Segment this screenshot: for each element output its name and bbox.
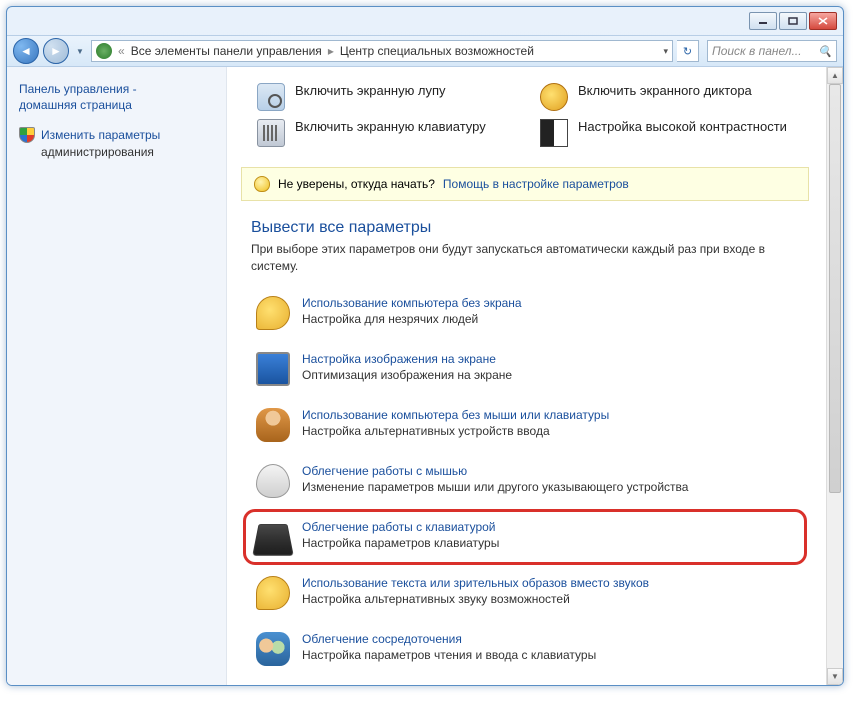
section-heading: Вывести все параметры — [227, 201, 823, 241]
list-item: Облегчение сосредоточения Настройка парам… — [243, 621, 807, 677]
help-prompt: Не уверены, откуда начать? — [278, 177, 435, 191]
list-item: Использование текста или зрительных обра… — [243, 565, 807, 621]
section-subtext: При выборе этих параметров они будут зап… — [227, 241, 823, 285]
contrast-icon — [540, 119, 568, 147]
chat-icon — [256, 576, 290, 610]
item-link[interactable]: Использование компьютера без мыши или кл… — [302, 408, 609, 422]
shield-icon — [19, 127, 35, 143]
person-icon — [256, 408, 290, 442]
quick-magnifier[interactable]: Включить экранную лупу — [257, 83, 516, 111]
item-link[interactable]: Облегчение работы с мышью — [302, 464, 688, 478]
list-item: Настройка изображения на экране Оптимизац… — [243, 341, 807, 397]
forward-button[interactable]: ► — [43, 38, 69, 64]
search-input[interactable]: Поиск в панел... 🔍 — [707, 40, 837, 62]
maximize-button[interactable] — [779, 12, 807, 30]
sidebar-admin-settings[interactable]: Изменить параметры администрирования — [19, 127, 214, 159]
main-content: Включить экранную лупу Включить экранног… — [227, 67, 843, 685]
control-panel-icon — [96, 43, 112, 59]
search-icon: 🔍 — [818, 44, 832, 58]
breadcrumb-ease-of-access[interactable]: Центр специальных возможностей — [340, 44, 534, 58]
monitor-icon — [256, 352, 290, 386]
people-icon — [256, 632, 290, 666]
breadcrumb-bar[interactable]: « Все элементы панели управления ▸ Центр… — [91, 40, 673, 62]
item-desc: Настройка альтернативных устройств ввода — [302, 424, 550, 438]
item-desc: Настройка для незрячих людей — [302, 312, 478, 326]
refresh-button[interactable]: ↻ — [677, 40, 699, 62]
quick-access-grid: Включить экранную лупу Включить экранног… — [227, 67, 823, 167]
search-placeholder: Поиск в панел... — [712, 44, 802, 58]
keyboard-icon — [257, 119, 285, 147]
item-desc: Настройка параметров чтения и ввода с кл… — [302, 648, 596, 662]
list-item: Использование компьютера без экрана Настр… — [243, 285, 807, 341]
magnifier-icon — [257, 83, 285, 111]
quick-narrator[interactable]: Включить экранного диктора — [540, 83, 799, 111]
help-banner: Не уверены, откуда начать? Помощь в наст… — [241, 167, 809, 201]
item-link[interactable]: Использование компьютера без экрана — [302, 296, 522, 310]
settings-list: Использование компьютера без экрана Настр… — [227, 285, 823, 677]
back-button[interactable]: ◄ — [13, 38, 39, 64]
sidebar: Панель управления - домашняя страница Из… — [7, 67, 227, 685]
titlebar — [7, 7, 843, 35]
chevron-icon: « — [116, 44, 127, 58]
quick-onscreen-keyboard[interactable]: Включить экранную клавиатуру — [257, 119, 516, 147]
item-link[interactable]: Облегчение сосредоточения — [302, 632, 596, 646]
scroll-down-button[interactable]: ▼ — [827, 668, 843, 685]
quick-high-contrast[interactable]: Настройка высокой контрастности — [540, 119, 799, 147]
address-bar: ◄ ► ▼ « Все элементы панели управления ▸… — [7, 35, 843, 67]
help-link[interactable]: Помощь в настройке параметров — [443, 177, 629, 191]
window-body: Панель управления - домашняя страница Из… — [7, 67, 843, 685]
breadcrumb-all-items[interactable]: Все элементы панели управления — [131, 44, 322, 58]
list-item: Облегчение работы с клавиатурой Настройка… — [243, 509, 807, 565]
item-link[interactable]: Использование текста или зрительных обра… — [302, 576, 649, 590]
lightbulb-icon — [254, 176, 270, 192]
chevron-right-icon: ▸ — [326, 44, 336, 58]
item-desc: Настройка параметров клавиатуры — [302, 536, 499, 550]
chat-icon — [256, 296, 290, 330]
item-desc: Оптимизация изображения на экране — [302, 368, 512, 382]
scroll-thumb[interactable] — [829, 84, 841, 493]
nav-history-dropdown[interactable]: ▼ — [73, 41, 87, 61]
item-link[interactable]: Настройка изображения на экране — [302, 352, 512, 366]
scroll-up-button[interactable]: ▲ — [827, 67, 843, 84]
kb2-icon — [252, 524, 293, 556]
narrator-icon — [540, 83, 568, 111]
minimize-button[interactable] — [749, 12, 777, 30]
mouse-icon — [256, 464, 290, 498]
item-desc: Настройка альтернативных звуку возможнос… — [302, 592, 570, 606]
list-item: Облегчение работы с мышью Изменение парам… — [243, 453, 807, 509]
scrollbar[interactable]: ▲ ▼ — [826, 67, 843, 685]
list-item: Использование компьютера без мыши или кл… — [243, 397, 807, 453]
item-link[interactable]: Облегчение работы с клавиатурой — [302, 520, 499, 534]
breadcrumb-dropdown[interactable]: ▾ — [659, 46, 668, 57]
scroll-track[interactable] — [827, 84, 843, 668]
close-button[interactable] — [809, 12, 837, 30]
sidebar-control-panel-home[interactable]: Панель управления - домашняя страница — [19, 81, 214, 113]
item-desc: Изменение параметров мыши или другого ук… — [302, 480, 688, 494]
window: ◄ ► ▼ « Все элементы панели управления ▸… — [6, 6, 844, 686]
